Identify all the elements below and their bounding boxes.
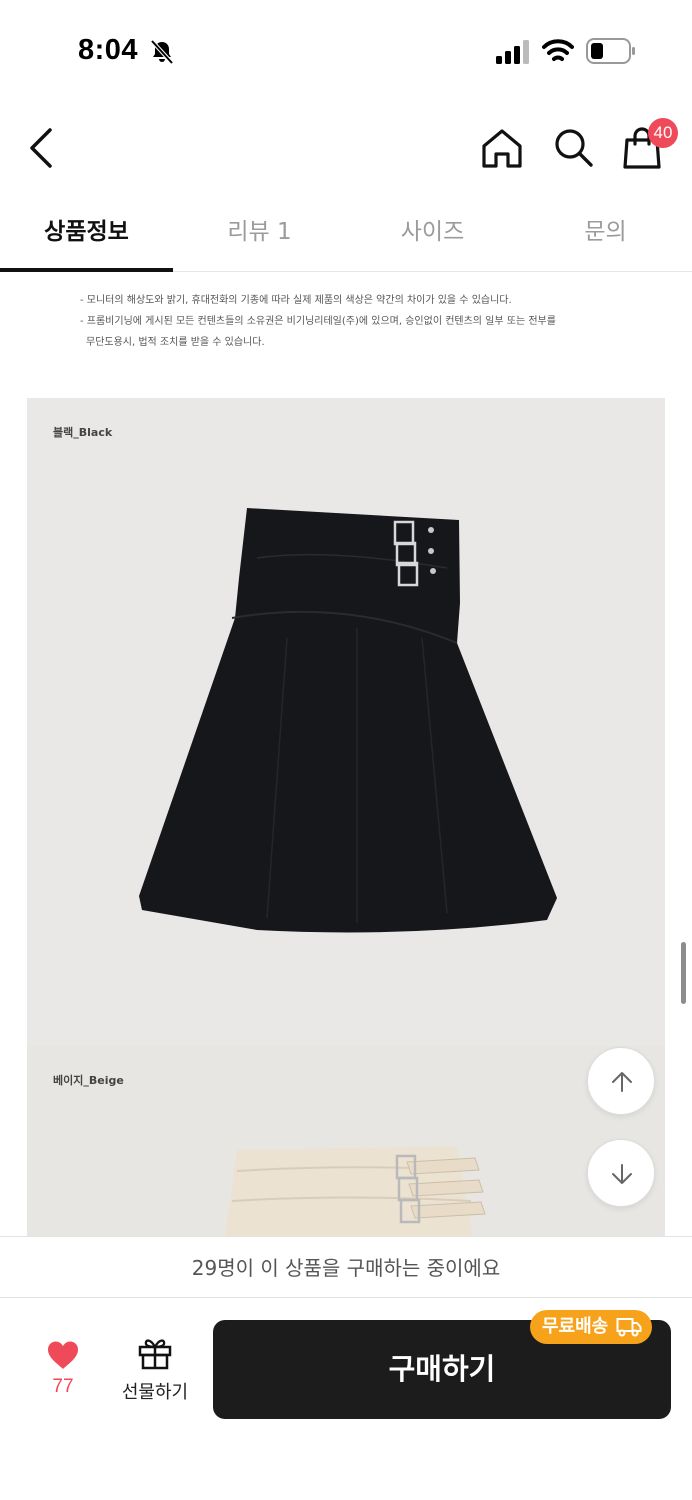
like-button[interactable]: 77 [36, 1340, 90, 1410]
back-arrow-icon[interactable] [22, 124, 62, 172]
product-tabs: 상품정보 리뷰 1 사이즈 문의 [0, 196, 692, 272]
home-icon[interactable] [480, 126, 524, 170]
scroll-to-bottom-button[interactable] [587, 1139, 655, 1207]
bell-off-icon [150, 39, 174, 65]
scrollbar[interactable] [681, 942, 686, 1004]
black-skirt-image [139, 508, 557, 933]
notice-line: - 프롬비기닝에 게시된 모든 컨텐츠들의 소유권은 비기닝리테일(주)에 있으… [80, 316, 556, 327]
heart-icon [48, 1341, 78, 1369]
gift-label: 선물하기 [121, 1382, 189, 1403]
arrow-down-icon [612, 1164, 632, 1184]
tab-inquiry[interactable]: 문의 [519, 196, 692, 271]
battery-icon [586, 38, 635, 64]
gift-button[interactable]: 선물하기 [114, 1336, 196, 1412]
top-navigation [0, 100, 692, 196]
status-time: 8:04 [78, 34, 139, 66]
buying-now-message: 29명이 이 상품을 구매하는 중이에요 [0, 1236, 692, 1298]
scroll-to-top-button[interactable] [587, 1047, 655, 1115]
product-photo-black: 블랙_Black [27, 398, 665, 1046]
free-shipping-label: 무료배송 [542, 1316, 609, 1337]
tab-size[interactable]: 사이즈 [346, 196, 519, 271]
cellular-signal-icon [496, 40, 529, 64]
notice-line: - 모니터의 해상도와 밝기, 휴대전화의 기종에 따라 실제 제품의 색상은 … [80, 295, 512, 306]
notice-line: 무단도용시, 법적 조치를 받을 수 있습니다. [86, 337, 265, 348]
arrow-up-icon [612, 1072, 632, 1092]
product-notice: - 모니터의 해상도와 밝기, 휴대전화의 기종에 따라 실제 제품의 색상은 … [80, 290, 640, 353]
beige-skirt-image [225, 1146, 486, 1236]
wifi-icon [542, 39, 574, 61]
gift-icon [138, 1339, 172, 1370]
delivery-truck-icon [616, 1318, 642, 1337]
cart-count-badge: 40 [648, 118, 678, 148]
status-bar: 8:04 [0, 0, 692, 100]
tab-reviews[interactable]: 리뷰 1 [173, 196, 346, 271]
search-icon[interactable] [552, 126, 594, 168]
bottom-action-bar: 77 선물하기 구매하기 무료배송 [0, 1298, 692, 1500]
tab-product-info[interactable]: 상품정보 [0, 196, 173, 272]
free-shipping-badge: 무료배송 [530, 1310, 653, 1344]
like-count: 77 [52, 1376, 74, 1397]
product-photo-beige: 베이지_Beige [27, 1046, 665, 1236]
